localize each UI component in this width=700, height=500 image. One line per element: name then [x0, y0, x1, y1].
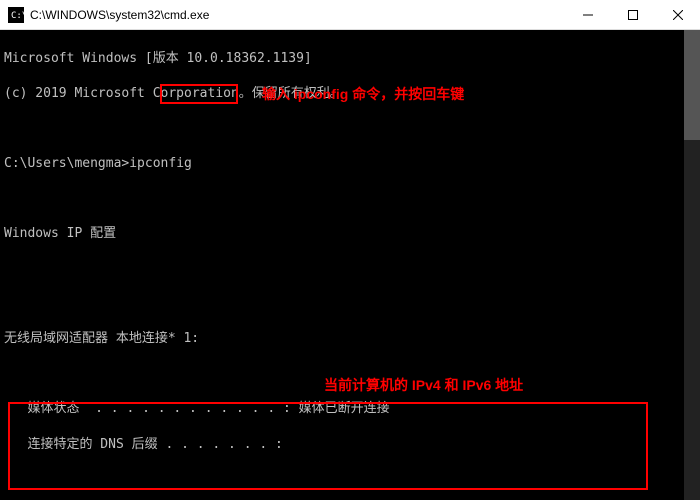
window-controls — [565, 0, 700, 30]
ipconfig-heading: Windows IP 配置 — [4, 225, 696, 243]
media-state-value: 媒体已断开连接 — [299, 401, 390, 416]
prompt-line: C:\Users\mengma>ipconfig — [4, 155, 696, 173]
cmd-icon: C:\ — [8, 7, 24, 23]
vertical-scrollbar[interactable] — [684, 30, 700, 500]
adapter-title: 无线局域网适配器 本地连接* 1: — [4, 330, 696, 348]
minimize-button[interactable] — [565, 0, 610, 30]
scrollbar-thumb[interactable] — [684, 30, 700, 140]
svg-text:C:\: C:\ — [11, 11, 24, 21]
terminal-output[interactable]: Microsoft Windows [版本 10.0.18362.1139] (… — [0, 30, 700, 500]
maximize-button[interactable] — [610, 0, 655, 30]
window-title: C:\WINDOWS\system32\cmd.exe — [30, 8, 565, 22]
banner-line: Microsoft Windows [版本 10.0.18362.1139] — [4, 50, 696, 68]
command-text: ipconfig — [129, 156, 192, 171]
blank-line — [4, 471, 696, 489]
annotation-text-1: 输入 ipconfig 命令，并按回车键 — [262, 85, 464, 104]
media-state-line: 媒体状态 . . . . . . . . . . . . : 媒体已断开连接 — [4, 400, 696, 418]
blank-line — [4, 120, 696, 138]
annotation-text-2: 当前计算机的 IPv4 和 IPv6 地址 — [324, 376, 523, 395]
blank-line — [4, 260, 696, 278]
blank-line — [4, 295, 696, 313]
close-button[interactable] — [655, 0, 700, 30]
prompt-path: C:\Users\mengma> — [4, 156, 129, 171]
window-titlebar: C:\ C:\WINDOWS\system32\cmd.exe — [0, 0, 700, 30]
dns-suffix-line: 连接特定的 DNS 后缀 . . . . . . . : — [4, 436, 696, 454]
blank-line — [4, 190, 696, 208]
